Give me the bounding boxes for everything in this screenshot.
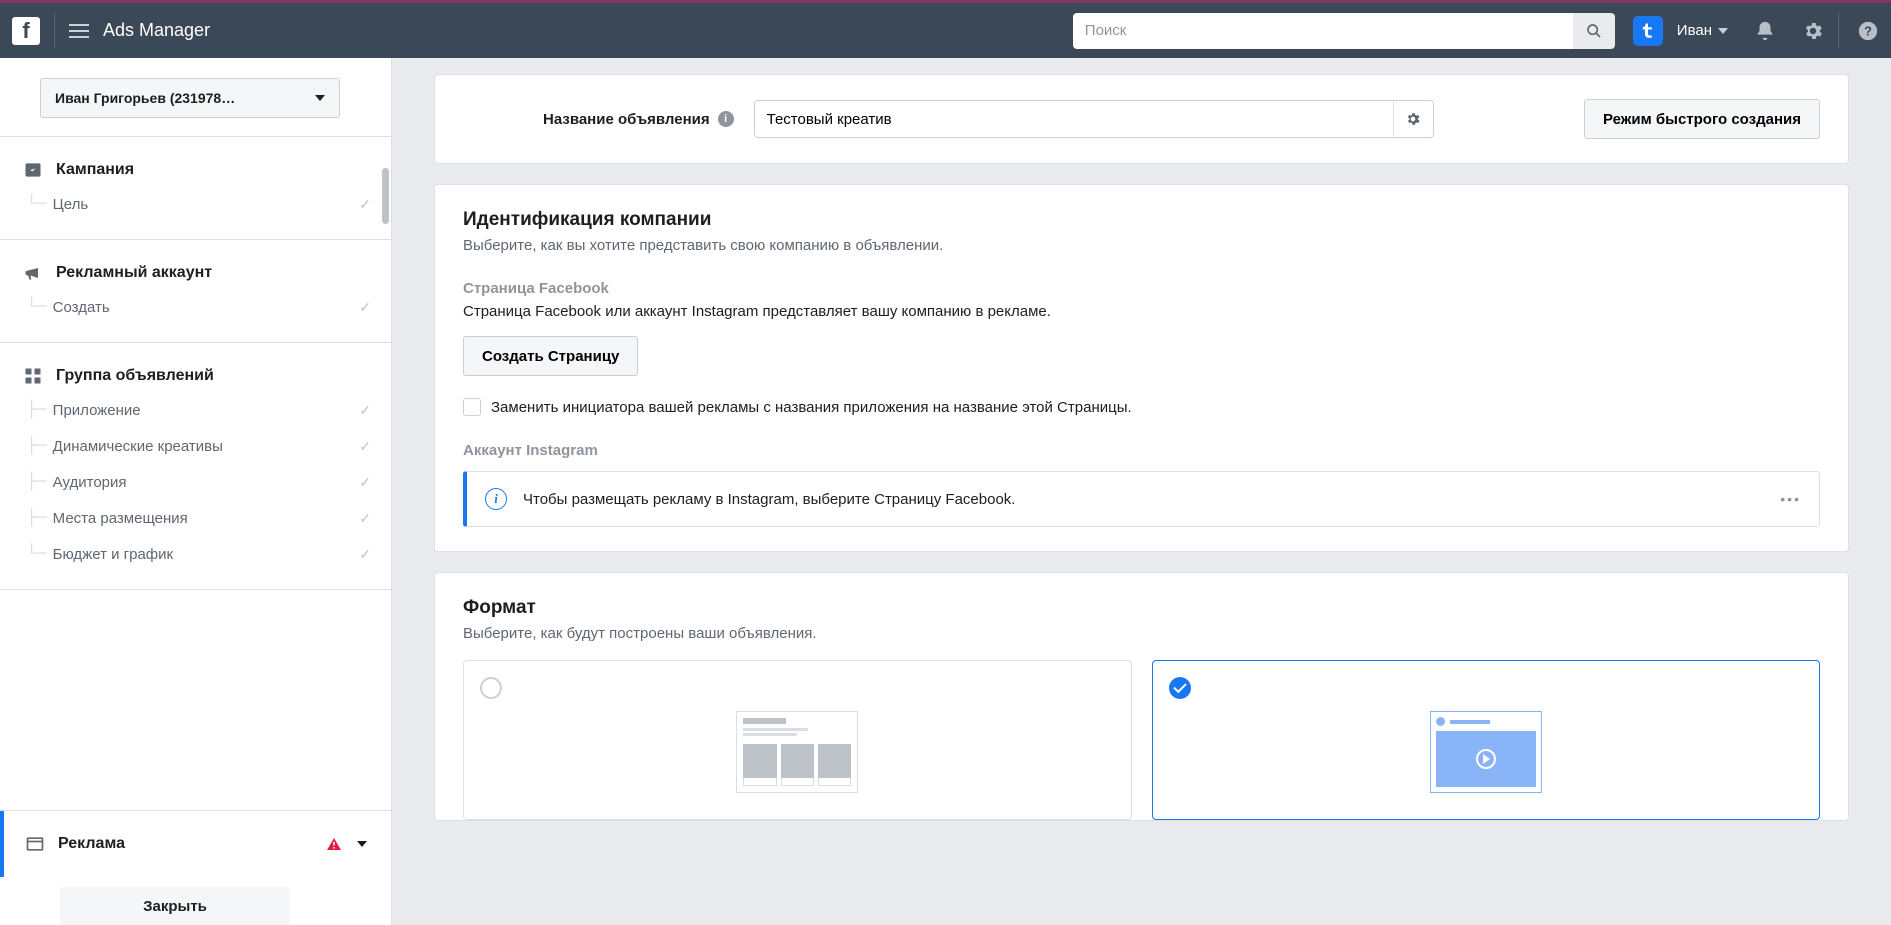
facebook-logo[interactable]: f bbox=[12, 17, 40, 45]
format-option-carousel[interactable] bbox=[463, 660, 1132, 820]
nav-item-goal[interactable]: └─ Цель ✓ bbox=[22, 191, 371, 217]
chevron-down-icon bbox=[1718, 28, 1728, 34]
instagram-label: Аккаунт Instagram bbox=[463, 442, 1820, 459]
format-option-single[interactable] bbox=[1152, 660, 1821, 820]
account-selector[interactable]: Иван Григорьев (231978… bbox=[40, 78, 340, 118]
user-menu[interactable]: Иван bbox=[1677, 22, 1728, 39]
instagram-info-box: i Чтобы размещать рекламу в Instagram, в… bbox=[463, 471, 1820, 527]
check-icon: ✓ bbox=[359, 546, 371, 563]
ad-name-settings-button[interactable] bbox=[1393, 101, 1433, 137]
nav-item-dynamic[interactable]: ├─Динамические креативы✓ bbox=[22, 433, 371, 459]
radio-checked bbox=[1169, 677, 1191, 699]
nav-section-ad-set: Группа объявлений ├─Приложение✓ ├─Динами… bbox=[0, 343, 391, 589]
ad-icon bbox=[24, 833, 46, 855]
chevron-down-icon bbox=[315, 95, 325, 101]
check-icon: ✓ bbox=[359, 196, 371, 213]
identity-title: Идентификация компании bbox=[463, 209, 1820, 231]
nav-ad-set-title: Группа объявлений bbox=[56, 367, 214, 385]
search-input[interactable] bbox=[1073, 13, 1573, 49]
app-title: Ads Manager bbox=[103, 20, 210, 41]
nav-ad-account-title: Рекламный аккаунт bbox=[56, 264, 212, 282]
grid-icon bbox=[22, 365, 44, 387]
format-subtitle: Выберите, как будут построены ваши объяв… bbox=[463, 625, 1820, 642]
sidebar-scrollbar[interactable] bbox=[385, 58, 391, 925]
nav-item-app[interactable]: ├─Приложение✓ bbox=[22, 397, 371, 423]
identity-subtitle: Выберите, как вы хотите представить свою… bbox=[463, 237, 1820, 254]
warning-icon bbox=[325, 835, 343, 853]
replace-sponsor-label: Заменить инициатора вашей рекламы с назв… bbox=[491, 399, 1132, 416]
fb-page-label: Страница Facebook bbox=[463, 280, 1820, 297]
play-icon bbox=[1476, 749, 1496, 769]
gear-icon bbox=[1405, 111, 1421, 127]
nav-section-ad-account: Рекламный аккаунт └─ Создать ✓ bbox=[0, 240, 391, 342]
nav-campaign-title: Кампания bbox=[56, 161, 134, 179]
menu-icon[interactable] bbox=[69, 24, 89, 38]
check-icon: ✓ bbox=[359, 510, 371, 527]
nav-section-ad[interactable]: Реклама bbox=[0, 811, 391, 877]
settings-icon[interactable] bbox=[1802, 20, 1824, 42]
info-icon: i bbox=[485, 488, 507, 510]
format-title: Формат bbox=[463, 597, 1820, 619]
replace-sponsor-checkbox[interactable] bbox=[463, 398, 481, 416]
close-button[interactable]: Закрыть bbox=[60, 887, 290, 925]
fb-page-desc: Страница Facebook или аккаунт Instagram … bbox=[463, 303, 1820, 320]
ad-name-input[interactable] bbox=[755, 101, 1393, 137]
carousel-illustration bbox=[480, 711, 1115, 793]
create-page-button[interactable]: Создать Страницу bbox=[463, 336, 638, 376]
user-name-label: Иван bbox=[1677, 22, 1712, 39]
search-button[interactable] bbox=[1573, 13, 1615, 49]
nav-ad-title: Реклама bbox=[58, 835, 125, 853]
megaphone-icon bbox=[22, 262, 44, 284]
quick-create-button[interactable]: Режим быстрого создания bbox=[1584, 99, 1820, 139]
help-icon[interactable]: ? bbox=[1857, 20, 1879, 42]
nav-item-audience[interactable]: ├─Аудитория✓ bbox=[22, 469, 371, 495]
nav-item-budget[interactable]: └─Бюджет и график✓ bbox=[22, 541, 371, 567]
check-icon: ✓ bbox=[359, 402, 371, 419]
nav-item-placements[interactable]: ├─Места размещения✓ bbox=[22, 505, 371, 531]
campaign-icon bbox=[22, 159, 44, 181]
account-label: Иван Григорьев (231978… bbox=[55, 90, 235, 106]
check-icon: ✓ bbox=[359, 299, 371, 316]
info-icon[interactable]: i bbox=[718, 111, 734, 127]
chevron-down-icon bbox=[357, 841, 367, 847]
svg-text:?: ? bbox=[1864, 23, 1872, 38]
check-icon: ✓ bbox=[359, 438, 371, 455]
notifications-icon[interactable] bbox=[1754, 20, 1776, 42]
more-icon[interactable]: ••• bbox=[1780, 491, 1801, 507]
check-icon: ✓ bbox=[359, 474, 371, 491]
search-icon bbox=[1586, 23, 1602, 39]
nav-item-create[interactable]: └─ Создать ✓ bbox=[22, 294, 371, 320]
app-switcher-icon[interactable] bbox=[1633, 16, 1663, 46]
instagram-info-text: Чтобы размещать рекламу в Instagram, выб… bbox=[523, 491, 1764, 508]
nav-section-campaign: Кампания └─ Цель ✓ bbox=[0, 137, 391, 239]
radio-unchecked bbox=[480, 677, 502, 699]
single-video-illustration bbox=[1169, 711, 1804, 793]
ad-name-label: Название объявления bbox=[543, 111, 710, 128]
